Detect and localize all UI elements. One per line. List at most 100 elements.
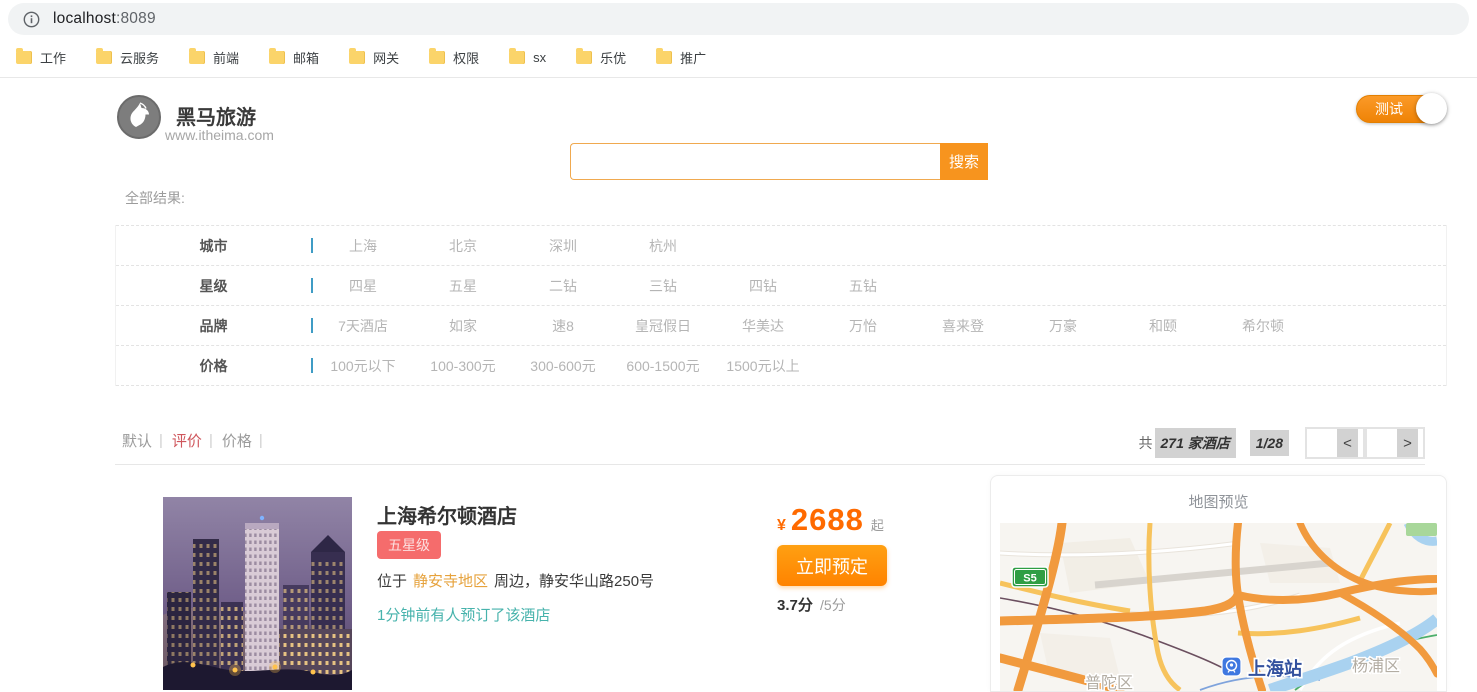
map-preview-card: 地图预览 <box>990 475 1447 692</box>
bookmark-item-5[interactable]: 网关 <box>349 48 399 67</box>
filter-option[interactable]: 万怡 <box>813 316 913 336</box>
browser-toolbar: localhost:8089 <box>0 0 1477 37</box>
bookmark-item-9[interactable]: 推广 <box>656 48 706 67</box>
test-toggle-switch[interactable]: 测试 <box>1356 95 1446 123</box>
list-divider <box>115 464 1425 465</box>
highway-badge-icon: S5 <box>1012 567 1048 587</box>
filter-option[interactable]: 7天酒店 <box>313 316 413 336</box>
score-total: /5分 <box>820 597 846 613</box>
hotel-address: 位于静安寺地区周边，静安华山路250号 <box>377 570 654 591</box>
address-area-link[interactable]: 静安寺地区 <box>413 573 488 590</box>
filter-panel: 城市 上海 北京 深圳 杭州 星级 四星 五星 二钻 三钻 四钻 五钻 品牌 7… <box>115 225 1447 386</box>
filter-option[interactable]: 100-300元 <box>413 356 513 376</box>
sort-tab-default[interactable]: 默认 <box>122 430 152 451</box>
bookmark-item-2[interactable]: 云服务 <box>96 48 159 67</box>
pager: < > <box>1305 427 1425 459</box>
toggle-knob[interactable] <box>1416 93 1447 124</box>
filter-option[interactable]: 喜来登 <box>913 316 1013 336</box>
chevron-right-icon: > <box>1397 429 1418 457</box>
bookmark-label: 前端 <box>213 48 239 67</box>
map-label-station: 上海站 <box>1248 658 1302 679</box>
sort-tab-rating[interactable]: 评价 <box>172 430 202 451</box>
filter-option[interactable]: 五钻 <box>813 276 913 296</box>
search-input[interactable] <box>570 143 940 180</box>
filter-option[interactable]: 杭州 <box>613 236 713 256</box>
filter-option[interactable]: 五星 <box>413 276 513 296</box>
filter-option[interactable]: 三钻 <box>613 276 713 296</box>
hotel-price: ¥ 2688 起 <box>777 502 884 538</box>
filter-option[interactable]: 深圳 <box>513 236 613 256</box>
filter-option[interactable]: 速8 <box>513 316 613 336</box>
price-amount: 2688 <box>791 502 864 538</box>
filter-option[interactable]: 如家 <box>413 316 513 336</box>
filter-label: 品牌 <box>116 316 311 336</box>
toggle-label: 测试 <box>1357 96 1421 122</box>
filter-option[interactable]: 希尔顿 <box>1213 316 1313 336</box>
score-value: 3.7分 <box>777 597 813 614</box>
filter-option[interactable]: 100元以下 <box>313 356 413 376</box>
site-url: www.itheima.com <box>165 127 274 143</box>
next-page-button[interactable]: > <box>1367 429 1423 457</box>
filter-row-star: 星级 四星 五星 二钻 三钻 四钻 五钻 <box>116 266 1446 306</box>
bookmarks-bar: 工作 云服务 前端 邮箱 网关 权限 sx 乐优 推广 <box>0 37 1477 78</box>
url-host: localhost <box>53 10 116 27</box>
site-title: 黑马旅游 <box>176 101 256 130</box>
sort-separator: | <box>159 432 163 449</box>
currency-symbol: ¥ <box>777 517 786 535</box>
filter-option[interactable]: 四星 <box>313 276 413 296</box>
filter-option[interactable]: 二钻 <box>513 276 613 296</box>
map-image: S5 上海站 杨浦区 普陀区 <box>1000 523 1437 691</box>
bookmark-item-3[interactable]: 前端 <box>189 48 239 67</box>
hotel-photo[interactable] <box>163 497 352 690</box>
bookmark-label: 权限 <box>453 48 479 67</box>
bookmark-item-7[interactable]: sx <box>509 50 546 65</box>
total-prefix: 共 <box>1139 433 1153 453</box>
address-suffix: 周边，静安华山路250号 <box>494 573 654 590</box>
bookmark-label: 乐优 <box>600 48 626 67</box>
folder-icon <box>509 51 525 64</box>
bookmark-label: sx <box>533 50 546 65</box>
filter-row-city: 城市 上海 北京 深圳 杭州 <box>116 225 1446 266</box>
folder-icon <box>429 51 445 64</box>
map-preview-title: 地图预览 <box>991 491 1446 512</box>
filter-option[interactable]: 1500元以上 <box>713 356 813 376</box>
pagination-area: 共 271 家酒店 1/28 < > <box>1139 427 1426 459</box>
url-text: localhost:8089 <box>53 10 156 28</box>
filter-label: 价格 <box>116 356 311 376</box>
filter-option[interactable]: 四钻 <box>713 276 813 296</box>
search-bar: 搜索 <box>570 143 988 180</box>
prev-page-button[interactable]: < <box>1307 429 1363 457</box>
bookmark-item-4[interactable]: 邮箱 <box>269 48 319 67</box>
sort-separator: | <box>209 432 213 449</box>
filter-option[interactable]: 600-1500元 <box>613 356 713 376</box>
bookmark-item-6[interactable]: 权限 <box>429 48 479 67</box>
filter-option[interactable]: 皇冠假日 <box>613 316 713 336</box>
sort-tabs: 默认| 评价| 价格| <box>122 430 272 451</box>
filter-option[interactable]: 和颐 <box>1113 316 1213 336</box>
filter-option[interactable]: 上海 <box>313 236 413 256</box>
bookmark-label: 网关 <box>373 48 399 67</box>
site-logo-horse-icon[interactable] <box>116 94 162 140</box>
recent-booking-note: 1分钟前有人预订了该酒店 <box>377 604 550 625</box>
address-bar[interactable]: localhost:8089 <box>8 3 1469 35</box>
hotel-name-link[interactable]: 上海希尔顿酒店 <box>377 500 517 529</box>
filter-option[interactable]: 300-600元 <box>513 356 613 376</box>
filter-label: 星级 <box>116 276 311 296</box>
bookmark-item-8[interactable]: 乐优 <box>576 48 626 67</box>
filter-option[interactable]: 万豪 <box>1013 316 1113 336</box>
sort-tab-price[interactable]: 价格 <box>222 430 252 451</box>
price-suffix: 起 <box>871 515 884 534</box>
book-now-button[interactable]: 立即预定 <box>777 545 887 586</box>
svg-text:S5: S5 <box>1023 573 1036 585</box>
search-button[interactable]: 搜索 <box>940 143 988 180</box>
map-label-district-right: 杨浦区 <box>1352 657 1400 675</box>
info-icon[interactable] <box>23 11 40 28</box>
bookmark-item-1[interactable]: 工作 <box>16 48 66 67</box>
chevron-left-icon: < <box>1337 429 1358 457</box>
total-hotels-count: 271 家酒店 <box>1155 428 1236 458</box>
filter-option[interactable]: 华美达 <box>713 316 813 336</box>
folder-icon <box>269 51 285 64</box>
filter-option[interactable]: 北京 <box>413 236 513 256</box>
page-content: 黑马旅游 www.itheima.com 测试 搜索 全部结果: 城市 上海 北… <box>0 78 1477 690</box>
filter-label: 城市 <box>116 236 311 256</box>
